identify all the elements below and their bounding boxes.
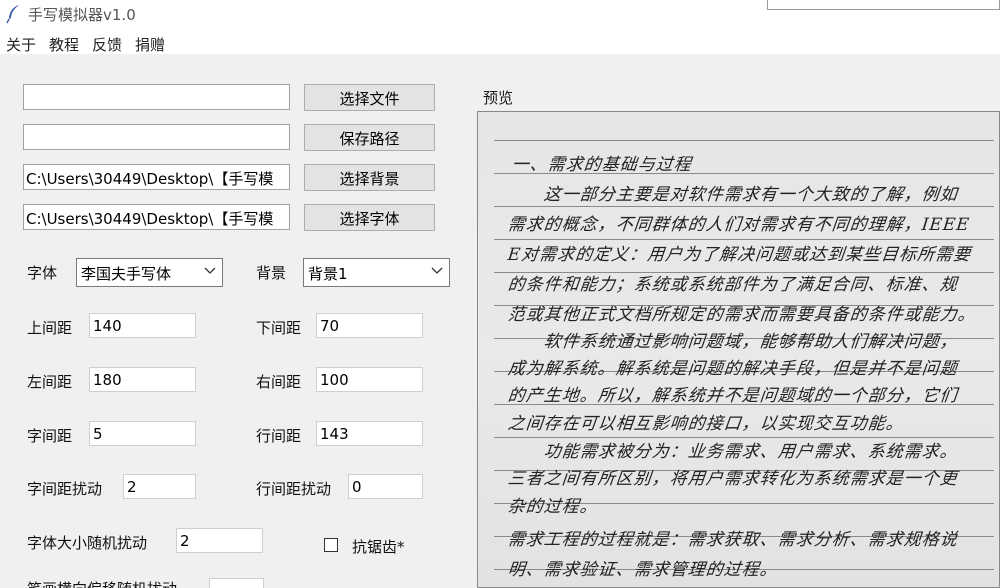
select-background-button[interactable]: 选择背景 [304, 164, 435, 191]
preview-text-line: 成为解系统。解系统是问题的解决手段，但是并不是问题 [506, 359, 959, 379]
background-label: 背景 [256, 264, 287, 282]
top-margin-input[interactable]: 140 [89, 313, 196, 338]
window-controls[interactable] [767, 0, 1000, 10]
char-spacing-input[interactable]: 5 [89, 421, 196, 446]
char-spacing-jitter-input[interactable]: 2 [123, 474, 196, 499]
preview-text-line: 的产生地。所以，解系统并不是问题域的一个部分，它们 [506, 386, 959, 406]
preview-text-line: 的条件和能力；系统或系统部件为了满足合同、标准、规 [506, 275, 959, 295]
preview-text-line: 一、需求的基础与过程 [510, 155, 693, 175]
paper-rule [494, 206, 994, 207]
select-font-button[interactable]: 选择字体 [304, 204, 435, 231]
background-select-value: 背景1 [308, 265, 348, 283]
font-select-value: 李国夫手写体 [81, 265, 172, 283]
background-path-input[interactable]: C:\Users\30449\Desktop\【手写模 [23, 164, 290, 190]
stroke-offset-jitter-label: 笔画横向偏移随机扰动 [27, 578, 177, 588]
preview-panel: 一、需求的基础与过程 这一部分主要是对软件需求有一个大致的了解，例如 需求的概念… [477, 111, 1000, 588]
line-spacing-jitter-label: 行间距扰动 [256, 480, 332, 498]
char-spacing-jitter-label: 字间距扰动 [27, 480, 103, 498]
paper-rule [494, 140, 994, 141]
preview-text-line: 需求的概念，不同群体的人们对需求有不同的理解，IEEE [506, 215, 971, 235]
preview-text-line: 软件系统通过影响问题域，能够帮助人们解决问题， [506, 332, 959, 352]
top-margin-label: 上间距 [27, 319, 73, 337]
window-title: 手写模拟器v1.0 [28, 6, 136, 24]
menu-donate[interactable]: 捐赠 [129, 30, 172, 54]
char-spacing-label: 字间距 [27, 427, 73, 445]
preview-label: 预览 [483, 89, 514, 107]
preview-text-line: 需求工程的过程就是：需求获取、需求分析、需求规格说 [506, 530, 959, 550]
antialias-checkbox[interactable] [324, 538, 338, 552]
save-path-button[interactable]: 保存路径 [304, 124, 435, 151]
feather-icon [6, 5, 19, 24]
antialias-label: 抗锯齿* [352, 538, 405, 556]
bottom-margin-input[interactable]: 70 [316, 313, 423, 338]
menu-tutorial[interactable]: 教程 [43, 30, 86, 54]
line-spacing-input[interactable]: 143 [316, 421, 423, 446]
preview-text-line: E对需求的定义：用户为了解决问题或达到某些目标所需要 [506, 245, 973, 265]
right-margin-label: 右间距 [256, 373, 302, 391]
preview-paper: 一、需求的基础与过程 这一部分主要是对软件需求有一个大致的了解，例如 需求的概念… [478, 112, 999, 587]
menu-bar: 关于 教程 反馈 捐赠 [0, 30, 1000, 54]
preview-text-line: 功能需求被分为：业务需求、用户需求、系统需求。 [506, 442, 959, 462]
preview-text-line: 范或其他正式文档所规定的需求而需要具备的条件或能力。 [506, 305, 977, 325]
menu-feedback[interactable]: 反馈 [86, 30, 129, 54]
line-spacing-label: 行间距 [256, 427, 302, 445]
right-margin-input[interactable]: 100 [316, 367, 423, 392]
chevron-down-icon [204, 267, 216, 274]
font-path-input[interactable]: C:\Users\30449\Desktop\【手写模 [23, 204, 290, 230]
stroke-offset-jitter-input[interactable] [209, 578, 264, 588]
font-size-jitter-label: 字体大小随机扰动 [27, 534, 148, 552]
title-bar: 手写模拟器v1.0 [0, 0, 1000, 28]
preview-text-line: 之间存在可以相互影响的接口，以实现交互功能。 [506, 414, 905, 434]
left-margin-input[interactable]: 180 [89, 367, 196, 392]
chevron-down-icon [431, 267, 443, 274]
left-margin-label: 左间距 [27, 373, 73, 391]
preview-text-line: 三者之间有所区别，将用户需求转化为系统需求是一个更 [506, 469, 959, 489]
menu-about[interactable]: 关于 [0, 30, 43, 54]
save-path-input[interactable] [23, 124, 290, 150]
font-size-jitter-input[interactable]: 2 [176, 528, 263, 553]
preview-text-line: 杂的过程。 [506, 497, 599, 517]
preview-text-line: 这一部分主要是对软件需求有一个大致的了解，例如 [506, 185, 959, 205]
text-file-input[interactable] [23, 84, 290, 110]
font-select[interactable]: 李国夫手写体 [76, 258, 223, 287]
select-file-button[interactable]: 选择文件 [304, 84, 435, 111]
font-label: 字体 [27, 264, 58, 282]
preview-text-line: 明、需求验证、需求管理的过程。 [506, 560, 779, 580]
bottom-margin-label: 下间距 [256, 319, 302, 337]
line-spacing-jitter-input[interactable]: 0 [348, 474, 423, 499]
background-select[interactable]: 背景1 [303, 258, 450, 287]
